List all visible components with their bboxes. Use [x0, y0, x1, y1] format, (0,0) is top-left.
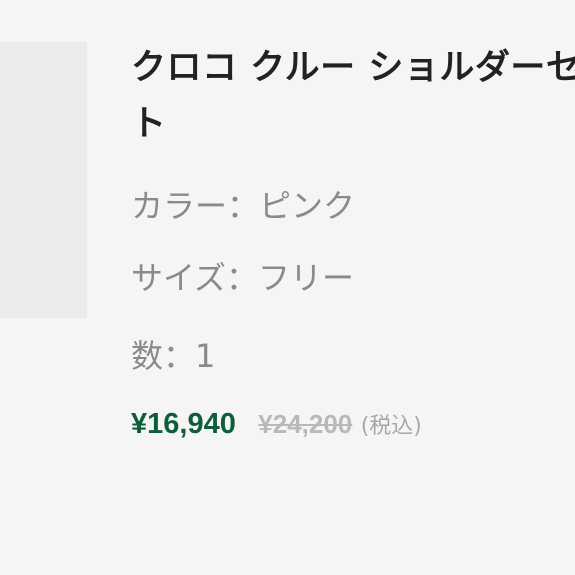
- product-image[interactable]: [0, 42, 87, 318]
- size-spec: サイズ：フリー: [131, 259, 355, 297]
- tax-included-label: (税込): [360, 414, 422, 439]
- color-spec: カラー：ピンク: [131, 187, 356, 225]
- quantity-spec: 数：1: [131, 337, 216, 375]
- product-title[interactable]: クロコ クルー ショルダーセット: [131, 40, 575, 152]
- price-row: ¥16,940 ¥24,200 (税込): [131, 408, 422, 441]
- product-info: クロコ クルー ショルダーセット カラー：ピンク サイズ：フリー 数：1 ¥16…: [131, 40, 575, 540]
- original-price: ¥24,200: [258, 409, 353, 439]
- sale-price: ¥16,940: [131, 408, 236, 440]
